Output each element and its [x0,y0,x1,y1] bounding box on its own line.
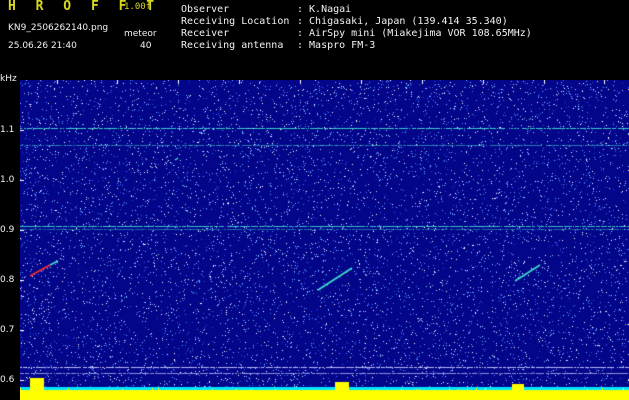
y-axis-unit: kHz [0,74,17,84]
file-name: KN9_2506262140.png [8,23,109,33]
y-tick-label: 1.1 [0,125,15,135]
info-observer-value: : K.Nagai [297,4,352,15]
echo-count: 40 [140,41,152,51]
timestamp: 25.06.26 21:40 [8,41,77,51]
y-tick-label: 0.8 [0,275,15,285]
info-observer-label: Observer [181,4,230,15]
info-location-label: Receiving Location [181,16,290,27]
spectrogram-canvas [20,80,629,400]
app-version: 1.00f [124,2,152,12]
spectrogram-waterfall [20,80,629,400]
y-tick-label: 0.6 [0,375,15,385]
info-receiver-label: Receiver [181,28,230,39]
info-antenna-label: Receiving antenna [181,40,284,51]
y-tick-label: 1.0 [0,175,15,185]
info-location-value: : Chigasaki, Japan (139.414 35.340) [297,16,508,27]
y-tick-label: 0.9 [0,225,15,235]
hroft-window: H R O F F T 1.00f KN9_2506262140.png 25.… [0,0,629,400]
info-antenna-value: : Maspro FM-3 [297,40,376,51]
shower-label: meteor [124,29,157,39]
y-tick-label: 0.7 [0,325,15,335]
info-receiver-value: : AirSpy mini (Miakejima VOR 108.65MHz) [297,28,532,39]
